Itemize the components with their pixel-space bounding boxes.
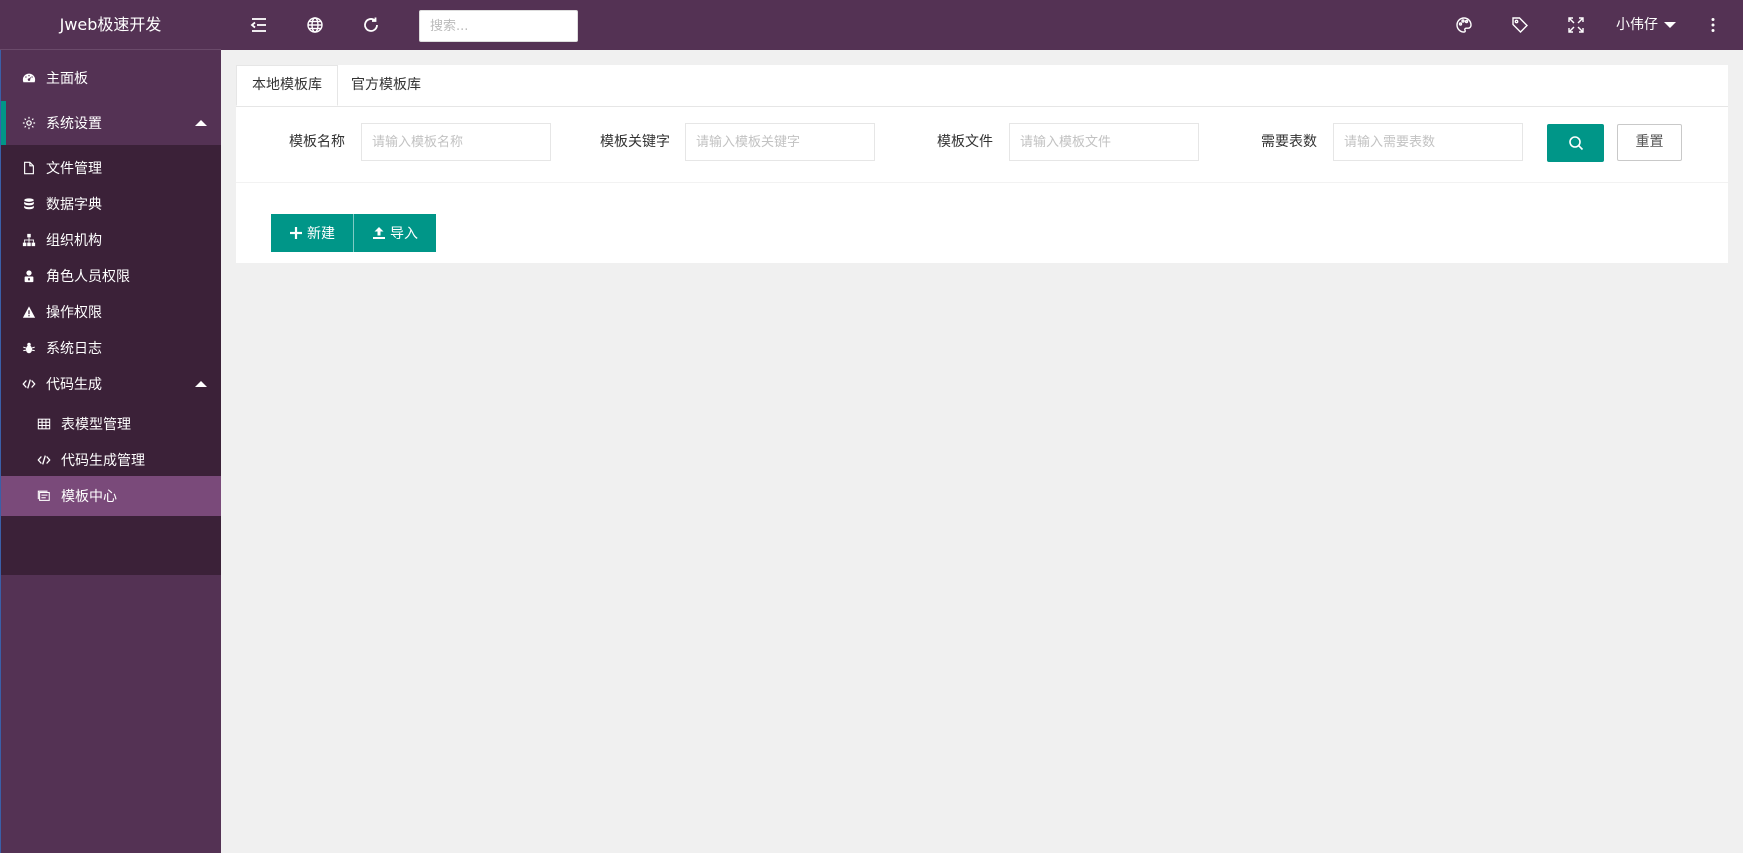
user-menu[interactable]: 小伟仔 — [1616, 0, 1676, 50]
sidebar-item-operation-permissions[interactable]: 操作权限 — [1, 292, 221, 332]
divider — [236, 182, 1728, 183]
template-keyword-label: 模板关键字 — [600, 134, 670, 150]
reset-button[interactable]: 重置 — [1617, 124, 1682, 161]
sidebar-item-label: 系统日志 — [46, 341, 102, 357]
dashboard-icon — [21, 70, 37, 86]
sidebar-item-role-permissions[interactable]: 角色人员权限 — [1, 256, 221, 296]
chevron-down-icon — [1664, 22, 1676, 28]
file-icon — [21, 160, 37, 176]
sidebar-item-system-log[interactable]: 系统日志 — [1, 328, 221, 368]
sidebar-item-label: 代码生成管理 — [61, 453, 145, 469]
sidebar-item-label: 模板中心 — [61, 489, 117, 505]
code-icon — [21, 376, 37, 392]
sidebar-item-codegen-management[interactable]: 代码生成管理 — [1, 440, 221, 480]
new-button[interactable]: 新建 — [271, 214, 353, 252]
sidebar-item-label: 代码生成 — [46, 377, 102, 393]
upload-icon — [373, 227, 385, 239]
tab-local-templates[interactable]: 本地模板库 — [236, 65, 338, 106]
bug-icon — [21, 340, 37, 356]
gear-icon — [21, 115, 37, 131]
more-vertical-icon[interactable] — [1691, 0, 1735, 50]
top-bar: Jweb极速开发 小伟仔 — [0, 0, 1743, 50]
code-icon — [36, 452, 52, 468]
chevron-up-icon — [195, 120, 207, 126]
plus-icon — [290, 227, 302, 239]
search-button[interactable] — [1547, 124, 1604, 162]
chevron-up-icon — [195, 381, 207, 387]
sidebar-item-data-dictionary[interactable]: 数据字典 — [1, 184, 221, 224]
search-icon — [1568, 136, 1583, 151]
refresh-icon[interactable] — [349, 0, 393, 50]
sidebar-item-code-generation[interactable]: 代码生成 — [1, 364, 221, 404]
template-file-label: 模板文件 — [937, 134, 993, 150]
palette-icon[interactable] — [1442, 0, 1486, 50]
sidebar-item-label: 数据字典 — [46, 197, 102, 213]
submenu: 文件管理 数据字典 组织机构 角色人员权限 操作权限 系统日志 代码生成 表模型… — [1, 145, 221, 575]
user-name: 小伟仔 — [1616, 17, 1658, 33]
sidebar: 主面板 系统设置 文件管理 数据字典 组织机构 角色人员权限 操作权限 系统日志… — [0, 50, 221, 853]
sidebar-item-file-management[interactable]: 文件管理 — [1, 148, 221, 188]
template-name-label: 模板名称 — [289, 134, 345, 150]
table-icon — [36, 416, 52, 432]
tab-bar: 本地模板库 官方模板库 — [236, 65, 1728, 107]
sidebar-item-organization[interactable]: 组织机构 — [1, 220, 221, 260]
template-file-input[interactable] — [1009, 123, 1199, 161]
table-count-input[interactable] — [1333, 123, 1523, 161]
globe-icon[interactable] — [293, 0, 337, 50]
sitemap-icon — [21, 232, 37, 248]
new-button-label: 新建 — [307, 226, 335, 242]
sidebar-item-dashboard[interactable]: 主面板 — [1, 58, 221, 98]
app-logo[interactable]: Jweb极速开发 — [0, 0, 221, 50]
sidebar-item-label: 组织机构 — [46, 233, 102, 249]
import-button[interactable]: 导入 — [353, 214, 436, 252]
template-panel: 本地模板库 官方模板库 模板名称 模板关键字 模板文件 需要表数 重置 新建 导… — [236, 65, 1728, 263]
tag-icon[interactable] — [1498, 0, 1542, 50]
tab-official-templates[interactable]: 官方模板库 — [336, 65, 436, 106]
import-button-label: 导入 — [390, 226, 418, 242]
warning-icon — [21, 304, 37, 320]
user-lock-icon — [21, 268, 37, 284]
search-input[interactable] — [419, 10, 578, 42]
template-icon — [36, 488, 52, 504]
sidebar-item-label: 系统设置 — [46, 116, 102, 132]
sidebar-item-label: 主面板 — [46, 71, 88, 87]
template-keyword-input[interactable] — [685, 123, 875, 161]
menu-fold-icon[interactable] — [237, 0, 281, 50]
action-button-group: 新建 导入 — [271, 214, 436, 252]
sidebar-item-template-center[interactable]: 模板中心 — [1, 476, 221, 516]
template-name-input[interactable] — [361, 123, 551, 161]
database-icon — [21, 196, 37, 212]
fullscreen-icon[interactable] — [1554, 0, 1598, 50]
table-count-label: 需要表数 — [1261, 134, 1317, 150]
sidebar-item-label: 操作权限 — [46, 305, 102, 321]
sidebar-item-label: 角色人员权限 — [46, 269, 130, 285]
sidebar-item-label: 表模型管理 — [61, 417, 131, 433]
sidebar-item-label: 文件管理 — [46, 161, 102, 177]
sidebar-item-system-settings[interactable]: 系统设置 — [1, 101, 221, 145]
sidebar-item-table-model[interactable]: 表模型管理 — [1, 404, 221, 444]
